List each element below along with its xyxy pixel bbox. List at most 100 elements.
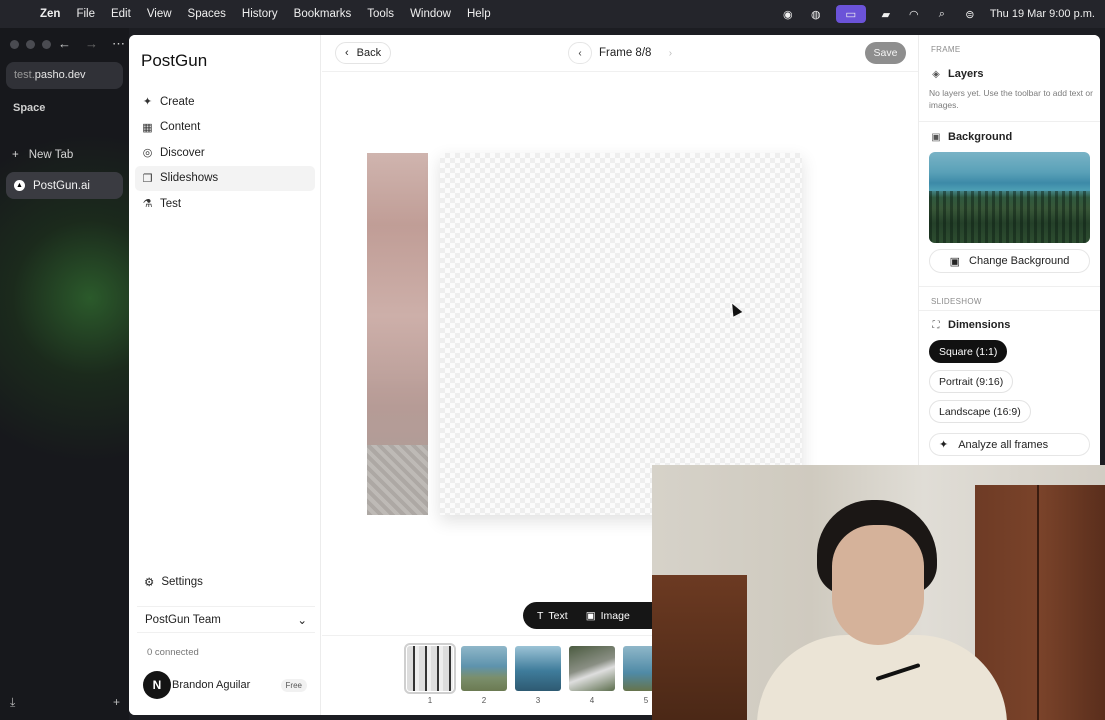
menu-bar: Zen File Edit View Spaces History Bookma… <box>0 0 1105 28</box>
nav-item-slideshows[interactable]: ❐ Slideshows <box>135 165 315 191</box>
close-window-icon[interactable] <box>10 40 19 49</box>
flask-icon: ⚗ <box>142 198 153 210</box>
text-icon: T <box>537 609 544 622</box>
settings-label: Settings <box>161 576 203 588</box>
maximize-window-icon[interactable] <box>42 40 51 49</box>
download-icon[interactable]: ⤓ <box>10 695 15 710</box>
menu-bookmarks[interactable]: Bookmarks <box>286 8 360 20</box>
dimensions-header: ⛶ Dimensions <box>931 319 1011 331</box>
plan-badge: Free <box>280 678 307 692</box>
space-label: Space <box>13 102 46 114</box>
battery-icon[interactable]: ▰ <box>878 7 894 21</box>
dimension-landscape-button[interactable]: Landscape (16:9) <box>929 400 1031 423</box>
menu-spaces[interactable]: Spaces <box>180 8 234 20</box>
forward-arrow-icon[interactable]: → <box>85 36 98 52</box>
postgun-favicon-icon: ▲ <box>14 180 25 191</box>
control-center-icon[interactable]: ⊜ <box>962 7 978 21</box>
app-sidebar: PostGun ✦ Create ▦ Content ◎ Discover ❐ … <box>129 35 321 715</box>
chevron-left-icon: ‹ <box>345 47 349 59</box>
menu-view[interactable]: View <box>139 8 180 20</box>
frame-thumbnail[interactable] <box>569 646 615 691</box>
chevron-down-icon: ⌄ <box>297 614 307 627</box>
divider <box>919 286 1100 287</box>
gear-icon: ⚙ <box>144 577 155 589</box>
frame-counter: Frame 8/8 <box>599 47 652 59</box>
frame-thumbnail[interactable] <box>515 646 561 691</box>
minimize-window-icon[interactable] <box>26 40 35 49</box>
browser-sidebar: ← → ⋯ test.pasho.dev Space + New Tab ▲ P… <box>0 28 129 720</box>
prev-frame-button[interactable]: ‹ <box>568 42 592 64</box>
menu-help[interactable]: Help <box>459 8 499 20</box>
nav-item-label: Test <box>160 197 182 210</box>
background-header: ▣ Background <box>931 131 1012 143</box>
tab-postgun[interactable]: ▲ PostGun.ai <box>6 172 123 199</box>
menu-history[interactable]: History <box>234 8 286 20</box>
menu-tools[interactable]: Tools <box>359 8 402 20</box>
ball-icon[interactable]: ◍ <box>808 7 824 21</box>
new-tab-button[interactable]: + New Tab <box>12 149 73 161</box>
frame-thumbnail-number: 4 <box>589 696 595 705</box>
frame-thumbnail-number: 1 <box>427 696 433 705</box>
url-bar[interactable]: test.pasho.dev <box>6 62 123 89</box>
clock[interactable]: Thu 19 Mar 9:00 p.m. <box>990 8 1095 20</box>
nav-item-create[interactable]: ✦ Create <box>135 89 315 114</box>
frame-thumbnail-number: 2 <box>481 696 487 705</box>
user-name: Brandon Aguilar <box>172 679 251 691</box>
layers-header: ◈ Layers <box>931 68 983 80</box>
menu-window[interactable]: Window <box>402 8 459 20</box>
add-image-button[interactable]: ▣ Image <box>586 610 630 622</box>
image-icon: ▣ <box>949 255 961 268</box>
new-tab-label: New Tab <box>28 149 74 161</box>
avatar[interactable]: N <box>143 671 171 699</box>
nav-item-discover[interactable]: ◎ Discover <box>135 140 315 165</box>
settings-link[interactable]: ⚙ Settings <box>144 575 203 589</box>
nav-item-content[interactable]: ▦ Content <box>135 115 315 140</box>
menu-edit[interactable]: Edit <box>103 8 139 20</box>
layers-icon: ◈ <box>932 68 940 80</box>
wifi-icon[interactable]: ◠ <box>906 7 922 21</box>
chat-icon[interactable]: ◉ <box>780 7 796 21</box>
layers-hint: No layers yet. Use the toolbar to add te… <box>929 88 1093 110</box>
webcam-person-face <box>832 525 924 645</box>
menu-file[interactable]: File <box>68 8 103 20</box>
search-icon[interactable]: ⌕ <box>934 7 950 21</box>
text-label: Text <box>548 609 568 622</box>
frame-thumbnail[interactable] <box>404 643 456 694</box>
menu-app-name[interactable]: Zen <box>40 8 68 20</box>
divider <box>919 121 1100 122</box>
user-profile[interactable]: N Brandon Aguilar Free <box>143 671 307 699</box>
nav-item-label: Discover <box>160 146 205 159</box>
analyze-frames-button[interactable]: ✦ Analyze all frames <box>929 433 1090 456</box>
background-preview-image[interactable] <box>929 152 1090 243</box>
more-icon[interactable]: ⋯ <box>112 36 125 52</box>
next-frame-button[interactable]: › <box>658 42 682 64</box>
save-button[interactable]: Save <box>865 42 906 64</box>
sparkle-icon: ✦ <box>142 96 153 108</box>
image-label: Image <box>600 609 630 622</box>
editor-topbar: ‹ Back ‹ Frame 8/8 › Save <box>322 35 918 72</box>
frame-thumbnail[interactable] <box>461 646 507 691</box>
nav-item-test[interactable]: ⚗ Test <box>135 191 315 216</box>
image-icon: ▣ <box>585 609 596 622</box>
dimension-portrait-button[interactable]: Portrait (9:16) <box>929 370 1014 393</box>
canvas-toolbar: T Text ▣ Image <box>523 602 673 629</box>
frame-canvas[interactable] <box>440 153 802 515</box>
back-label: Back <box>356 47 382 59</box>
screen-share-icon[interactable]: ▭ <box>835 5 866 23</box>
change-background-button[interactable]: ▣ Change Background <box>929 249 1090 273</box>
back-button[interactable]: ‹ Back <box>335 42 392 64</box>
webcam-overlay <box>652 465 1105 720</box>
add-text-button[interactable]: T Text <box>537 610 568 622</box>
team-selector[interactable]: PostGun Team ⌄ <box>137 606 315 633</box>
layers-title: Layers <box>948 68 984 80</box>
add-icon[interactable]: + <box>113 695 120 710</box>
expand-icon: ⛶ <box>932 319 940 331</box>
window-controls <box>10 40 51 49</box>
back-arrow-icon[interactable]: ← <box>58 36 71 52</box>
brand-logo[interactable]: PostGun <box>141 51 207 71</box>
grid-icon: ▦ <box>142 121 153 134</box>
nav-item-label: Slideshows <box>160 172 219 184</box>
nav-list: ✦ Create ▦ Content ◎ Discover ❐ Slidesho… <box>135 89 315 217</box>
dimension-square-button[interactable]: Square (1:1) <box>929 340 1008 363</box>
previous-frame-preview[interactable] <box>367 153 428 515</box>
